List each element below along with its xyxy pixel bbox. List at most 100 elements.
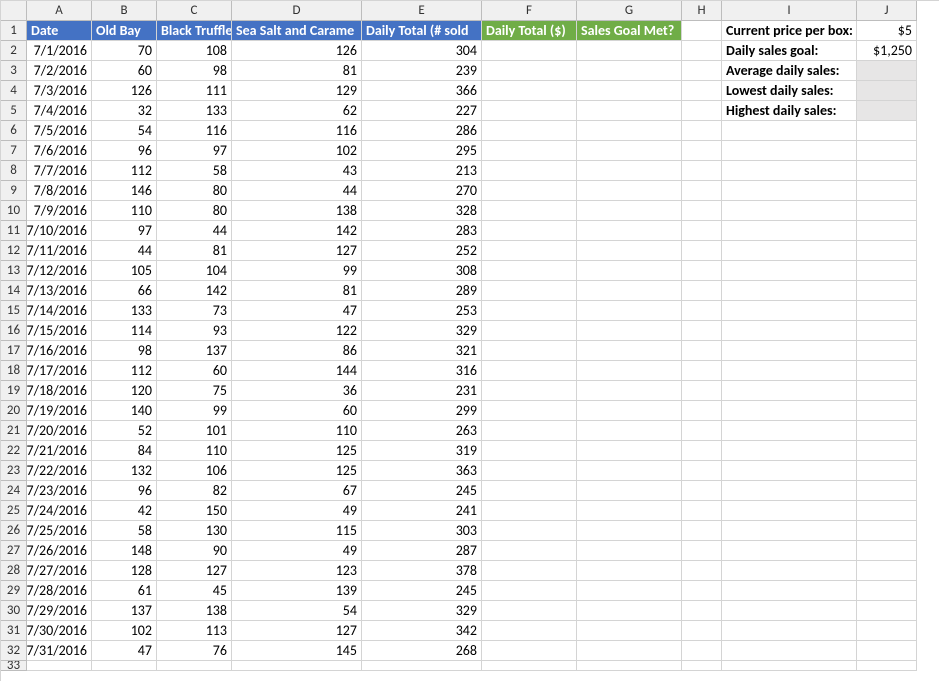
cell-oldbay-30[interactable]: 137 — [92, 601, 157, 621]
value-avg[interactable] — [857, 61, 917, 81]
cell-oldbay-21[interactable]: 52 — [92, 421, 157, 441]
cell-truffle-25[interactable]: 150 — [157, 501, 232, 521]
cell-F18[interactable] — [482, 361, 577, 381]
cell-F4[interactable] — [482, 81, 577, 101]
cell-H3[interactable] — [682, 61, 722, 81]
cell-truffle-23[interactable]: 106 — [157, 461, 232, 481]
cell-empty-33-7[interactable] — [682, 661, 722, 671]
row-header-23[interactable]: 23 — [1, 461, 27, 481]
cell-G9[interactable] — [577, 181, 682, 201]
cell-seasalt-10[interactable]: 138 — [232, 201, 362, 221]
row-header-29[interactable]: 29 — [1, 581, 27, 601]
cell-H14[interactable] — [682, 281, 722, 301]
cell-total-15[interactable]: 253 — [362, 301, 482, 321]
cell-F23[interactable] — [482, 461, 577, 481]
cell-G30[interactable] — [577, 601, 682, 621]
cell-I18[interactable] — [722, 361, 857, 381]
cell-F28[interactable] — [482, 561, 577, 581]
cell-H7[interactable] — [682, 141, 722, 161]
cell-date-27[interactable]: 7/26/2016 — [27, 541, 92, 561]
cell-oldbay-4[interactable]: 126 — [92, 81, 157, 101]
cell-G25[interactable] — [577, 501, 682, 521]
cell-H6[interactable] — [682, 121, 722, 141]
row-header-2[interactable]: 2 — [1, 41, 27, 61]
cell-date-25[interactable]: 7/24/2016 — [27, 501, 92, 521]
cell-F8[interactable] — [482, 161, 577, 181]
cell-total-32[interactable]: 268 — [362, 641, 482, 661]
cell-J13[interactable] — [857, 261, 917, 281]
row-header-24[interactable]: 24 — [1, 481, 27, 501]
col-header-H[interactable]: H — [682, 1, 722, 21]
cell-G3[interactable] — [577, 61, 682, 81]
cell-truffle-16[interactable]: 93 — [157, 321, 232, 341]
cell-date-18[interactable]: 7/17/2016 — [27, 361, 92, 381]
cell-total-11[interactable]: 283 — [362, 221, 482, 241]
cell-I14[interactable] — [722, 281, 857, 301]
cell-seasalt-12[interactable]: 127 — [232, 241, 362, 261]
cell-oldbay-13[interactable]: 105 — [92, 261, 157, 281]
cell-date-8[interactable]: 7/7/2016 — [27, 161, 92, 181]
cell-empty-33-1[interactable] — [92, 661, 157, 671]
cell-truffle-21[interactable]: 101 — [157, 421, 232, 441]
cell-total-12[interactable]: 252 — [362, 241, 482, 261]
cell-F11[interactable] — [482, 221, 577, 241]
cell-G10[interactable] — [577, 201, 682, 221]
cell-H8[interactable] — [682, 161, 722, 181]
cell-H11[interactable] — [682, 221, 722, 241]
cell-H20[interactable] — [682, 401, 722, 421]
cell-date-23[interactable]: 7/22/2016 — [27, 461, 92, 481]
cell-F24[interactable] — [482, 481, 577, 501]
cell-F19[interactable] — [482, 381, 577, 401]
cell-I23[interactable] — [722, 461, 857, 481]
cell-seasalt-16[interactable]: 122 — [232, 321, 362, 341]
col-header-E[interactable]: E — [362, 1, 482, 21]
cell-I16[interactable] — [722, 321, 857, 341]
cell-date-17[interactable]: 7/16/2016 — [27, 341, 92, 361]
cell-truffle-11[interactable]: 44 — [157, 221, 232, 241]
cell-oldbay-32[interactable]: 47 — [92, 641, 157, 661]
cell-G15[interactable] — [577, 301, 682, 321]
cell-G28[interactable] — [577, 561, 682, 581]
cell-seasalt-2[interactable]: 126 — [232, 41, 362, 61]
row-header-3[interactable]: 3 — [1, 61, 27, 81]
cell-G24[interactable] — [577, 481, 682, 501]
cell-seasalt-11[interactable]: 142 — [232, 221, 362, 241]
cell-total-9[interactable]: 270 — [362, 181, 482, 201]
cell-oldbay-12[interactable]: 44 — [92, 241, 157, 261]
cell-truffle-7[interactable]: 97 — [157, 141, 232, 161]
cell-F17[interactable] — [482, 341, 577, 361]
cell-date-10[interactable]: 7/9/2016 — [27, 201, 92, 221]
cell-F27[interactable] — [482, 541, 577, 561]
cell-I21[interactable] — [722, 421, 857, 441]
row-header-31[interactable]: 31 — [1, 621, 27, 641]
cell-oldbay-15[interactable]: 133 — [92, 301, 157, 321]
cell-G4[interactable] — [577, 81, 682, 101]
cell-G22[interactable] — [577, 441, 682, 461]
cell-truffle-32[interactable]: 76 — [157, 641, 232, 661]
cell-date-6[interactable]: 7/5/2016 — [27, 121, 92, 141]
cell-oldbay-8[interactable]: 112 — [92, 161, 157, 181]
cell-oldbay-20[interactable]: 140 — [92, 401, 157, 421]
cell-date-5[interactable]: 7/4/2016 — [27, 101, 92, 121]
cell-G29[interactable] — [577, 581, 682, 601]
cell-total-7[interactable]: 295 — [362, 141, 482, 161]
cell-H9[interactable] — [682, 181, 722, 201]
cell-G7[interactable] — [577, 141, 682, 161]
cell-truffle-5[interactable]: 133 — [157, 101, 232, 121]
cell-G26[interactable] — [577, 521, 682, 541]
cell-oldbay-16[interactable]: 114 — [92, 321, 157, 341]
cell-seasalt-21[interactable]: 110 — [232, 421, 362, 441]
row-header-4[interactable]: 4 — [1, 81, 27, 101]
cell-seasalt-22[interactable]: 125 — [232, 441, 362, 461]
cell-truffle-20[interactable]: 99 — [157, 401, 232, 421]
row-header-11[interactable]: 11 — [1, 221, 27, 241]
cell-truffle-29[interactable]: 45 — [157, 581, 232, 601]
cell-G27[interactable] — [577, 541, 682, 561]
cell-I7[interactable] — [722, 141, 857, 161]
cell-seasalt-9[interactable]: 44 — [232, 181, 362, 201]
cell-date-28[interactable]: 7/27/2016 — [27, 561, 92, 581]
cell-date-11[interactable]: 7/10/2016 — [27, 221, 92, 241]
cell-I17[interactable] — [722, 341, 857, 361]
cell-total-18[interactable]: 316 — [362, 361, 482, 381]
cell-total-4[interactable]: 366 — [362, 81, 482, 101]
